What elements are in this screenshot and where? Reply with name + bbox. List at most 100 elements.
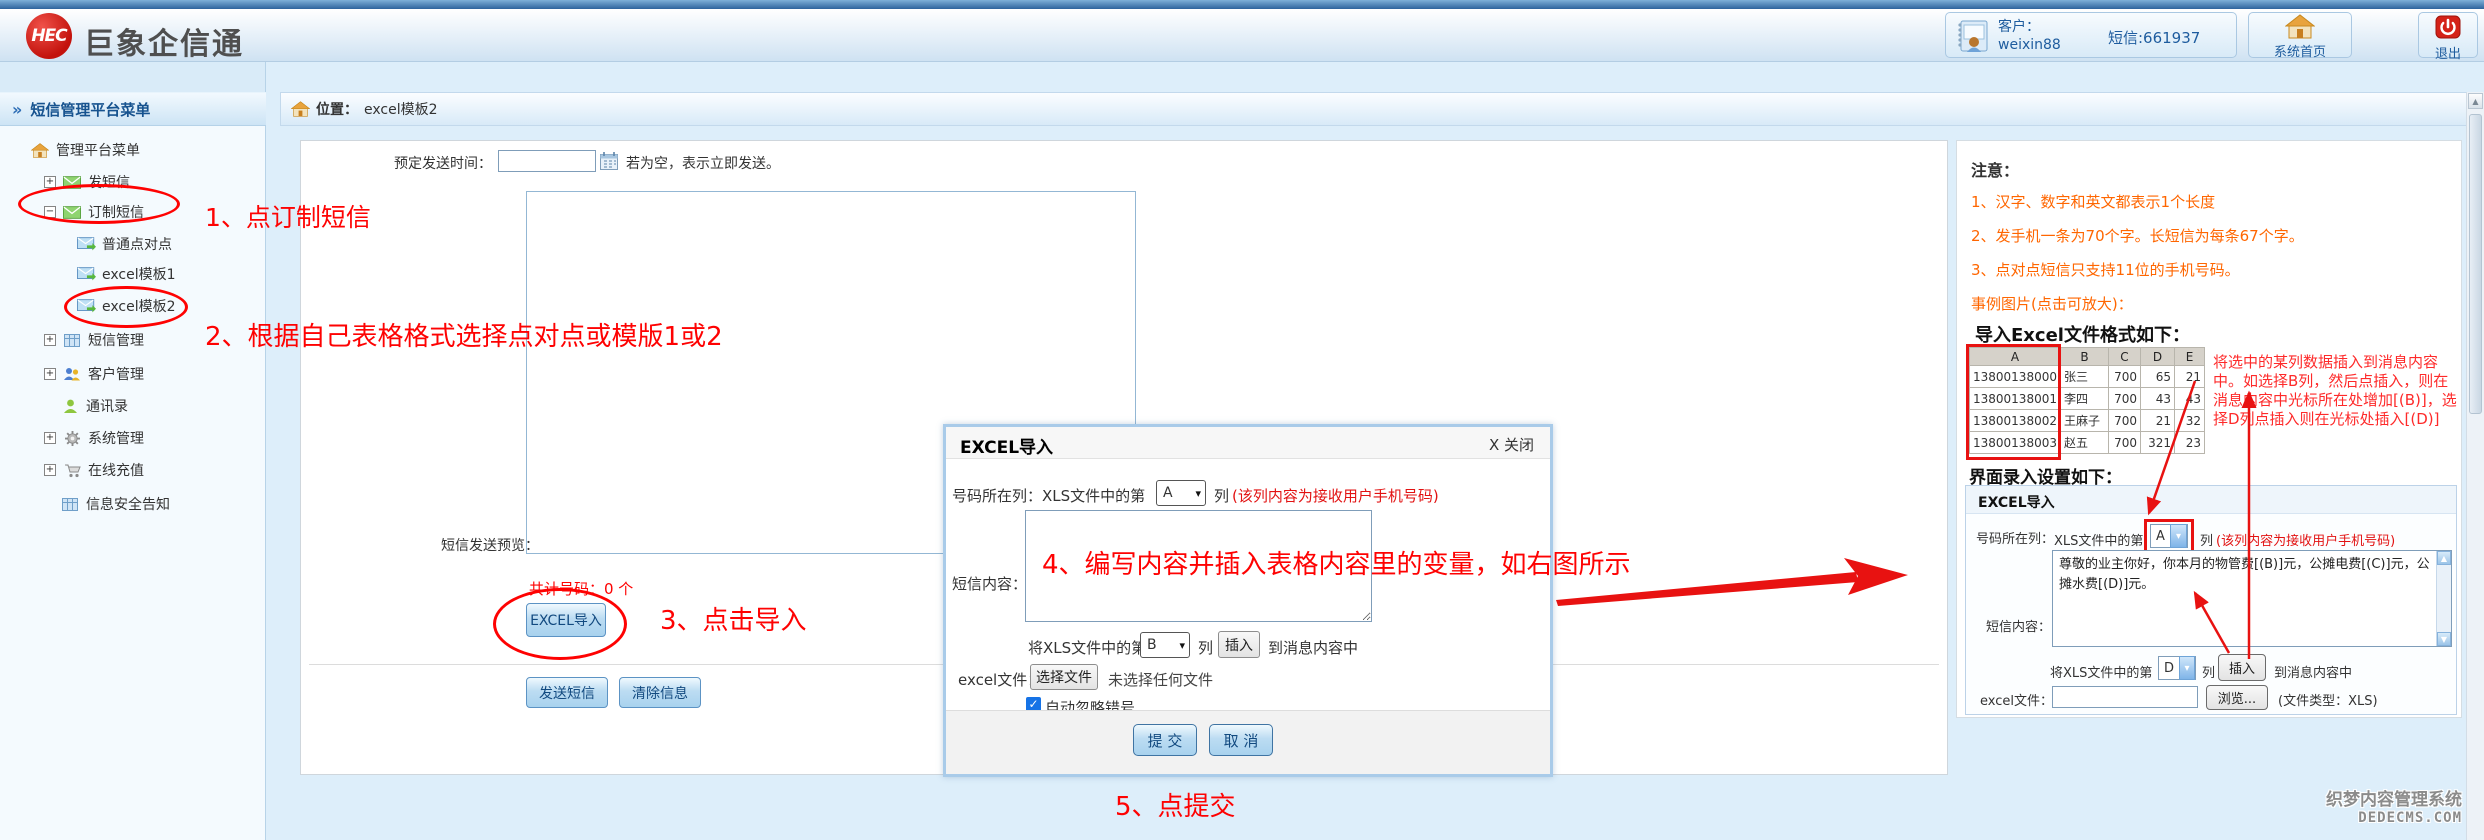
sidebar-item-label: excel模板1 (102, 264, 176, 284)
sidebar-item-label: 短信管理 (88, 330, 144, 350)
col-header: D (2140, 348, 2174, 366)
logout-label: 退出 (2419, 43, 2477, 62)
example-title: EXCEL导入 (1978, 492, 2055, 512)
note-item: 3、点对点短信只支持11位的手机号码。 (1971, 259, 2240, 280)
calendar-icon[interactable] (600, 152, 618, 174)
sidebar-item-label: 通讯录 (86, 396, 128, 416)
gear-icon (62, 429, 82, 447)
example-insert-button: 插入 (2218, 654, 2266, 681)
sidebar-item-sms-manage[interactable]: + 短信管理 (44, 328, 144, 352)
col-note: (该列内容为接收用户手机号码) (1232, 485, 1439, 506)
insert-column-select[interactable]: B (1140, 632, 1190, 658)
preview-label: 短信发送预览： (441, 535, 539, 555)
example-file-type-note: (文件类型：XLS) (2278, 690, 2378, 709)
sidebar-item-p2p[interactable]: 普通点对点 (76, 232, 172, 256)
note-item: 事例图片(点击可放大)： (1971, 293, 2133, 314)
expand-icon[interactable]: + (44, 368, 56, 380)
dialog-title: EXCEL导入 (960, 433, 1053, 458)
example-content-text: 尊敬的业主你好，你本月的物管费[(B)]元，公摊电费[(C)]元，公摊水费[(D… (2059, 555, 2431, 595)
annotation-step2: 2、根据自己表格格式选择点对点或模版1或2 (205, 316, 723, 353)
notes-title: 注意： (1971, 157, 2019, 181)
example-col-suffix: 列 (2200, 530, 2213, 549)
scroll-up-icon[interactable]: ▲ (2468, 93, 2483, 109)
breadcrumb: 位置： excel模板2 (280, 92, 2484, 126)
sidebar-item-customer-manage[interactable]: + 客户管理 (44, 362, 144, 386)
breadcrumb-value: excel模板2 (364, 99, 438, 119)
sidebar-item-recharge[interactable]: + 在线充值 (44, 458, 144, 482)
logout-button[interactable]: 退出 (2418, 12, 2478, 58)
top-blue-strip (0, 0, 2484, 9)
help-panel: 注意： 1、汉字、数字和英文都表示1个长度 2、发手机一条为70个字。长短信为每… (1956, 140, 2462, 718)
scroll-up-icon: ▲ (2437, 551, 2451, 565)
example-content-textarea: 尊敬的业主你好，你本月的物管费[(B)]元，公摊电费[(C)]元，公摊水费[(D… (2052, 550, 2452, 647)
insert-mid: 列 (1198, 637, 1213, 658)
users-icon (62, 365, 82, 383)
excel-import-dialog: EXCEL导入 X 关闭 号码所在列： XLS文件中的第 A 列 (该列内容为接… (943, 424, 1553, 777)
col-header: B (2060, 348, 2108, 366)
insert-prefix: 将XLS文件中的第 (1028, 637, 1146, 658)
scroll-down-icon: ▼ (2437, 632, 2451, 646)
sidebar-item-contacts[interactable]: 通讯录 (60, 394, 128, 418)
red-circle-excel-import (493, 588, 627, 660)
watermark: 织梦内容管理系统 DEDECMS.COM (2326, 785, 2462, 826)
note-item: 2、发手机一条为70个字。长短信为每条67个字。 (1971, 225, 2304, 246)
customer-name: weixin88 (1998, 37, 2061, 53)
expand-icon[interactable]: + (44, 464, 56, 476)
example-col-prefix: XLS文件中的第 (2054, 530, 2143, 549)
col-header: E (2174, 348, 2204, 366)
example-number-col-label: 号码所在列： (1976, 528, 2054, 547)
example-insert-suffix: 到消息内容中 (2274, 662, 2352, 681)
notebook-icon (1954, 18, 1990, 58)
sms-content-label: 短信内容： (952, 573, 1027, 594)
example-file-input (2052, 686, 2198, 708)
col-header: C (2108, 348, 2140, 366)
example-content-label: 短信内容： (1986, 616, 2051, 635)
envelope-arrow-icon (76, 265, 96, 283)
expand-icon[interactable]: + (44, 334, 56, 346)
watermark-line1: 织梦内容管理系统 (2326, 785, 2462, 810)
scrollbar-thumb[interactable] (2469, 114, 2482, 414)
envelope-arrow-icon (76, 235, 96, 253)
clear-info-button[interactable]: 清除信息 (619, 677, 701, 708)
annotation-step3: 3、点击导入 (660, 600, 807, 637)
schedule-hint: 若为空，表示立即发送。 (626, 153, 780, 173)
dialog-close-button[interactable]: X 关闭 (1489, 434, 1534, 455)
sidebar-item-label: 信息安全告知 (86, 494, 170, 514)
example-form-image[interactable]: EXCEL导入 号码所在列： XLS文件中的第 A 列 (该列内容为接收用户手机… (1965, 485, 2457, 715)
example-file-label: excel文件： (1980, 690, 2053, 709)
expand-icon[interactable]: + (44, 432, 56, 444)
example-insert-prefix: 将XLS文件中的第 (2050, 662, 2152, 681)
cancel-button[interactable]: 取 消 (1209, 724, 1273, 756)
power-icon (2419, 15, 2477, 43)
sidebar-item-system-manage[interactable]: + 系统管理 (44, 426, 144, 450)
phone-column-select[interactable]: A (1156, 480, 1206, 506)
choose-file-button[interactable]: 选择文件 (1030, 664, 1098, 690)
breadcrumb-label: 位置： (316, 99, 358, 119)
cart-icon (62, 461, 82, 479)
insert-tip-text: 将选中的某列数据插入到消息内容中。如选择B列，然后点插入，则在消息内容中光标所在… (2213, 353, 2459, 429)
person-icon (60, 397, 80, 415)
sidebar-item-label: 客户管理 (88, 364, 144, 384)
example-insert-mid: 列 (2202, 662, 2215, 681)
sidebar-item-excel-template1[interactable]: excel模板1 (76, 262, 176, 286)
insert-button[interactable]: 插入 (1218, 631, 1260, 658)
example-col-note: (该列内容为接收用户手机号码) (2216, 530, 2395, 549)
schedule-time-input[interactable] (498, 150, 596, 172)
example-scrollbar: ▲ ▼ (2436, 551, 2451, 646)
sidebar-item-security-notice[interactable]: 信息安全告知 (60, 492, 170, 516)
send-sms-button[interactable]: 发送短信 (526, 677, 608, 708)
customer-info-box: 客户： weixin88 短信:661937 (1945, 12, 2237, 58)
customer-label: 客户： (1998, 19, 2040, 35)
sidebar-item-label: 系统管理 (88, 428, 144, 448)
home-icon (30, 141, 50, 159)
submit-button[interactable]: 提 交 (1133, 724, 1197, 756)
page-scrollbar[interactable]: ▲ (2466, 92, 2484, 840)
home-button[interactable]: 系统首页 (2248, 12, 2352, 58)
brand-title: 巨象企信通 (84, 19, 244, 63)
logo-text: HEC (31, 26, 66, 46)
dialog-titlebar[interactable]: EXCEL导入 X 关闭 (946, 427, 1550, 459)
red-circle-excel-template2 (64, 286, 188, 328)
sidebar-header: »短信管理平台菜单 (0, 92, 266, 126)
tree-root[interactable]: 管理平台菜单 (30, 138, 140, 162)
table-icon (62, 331, 82, 349)
